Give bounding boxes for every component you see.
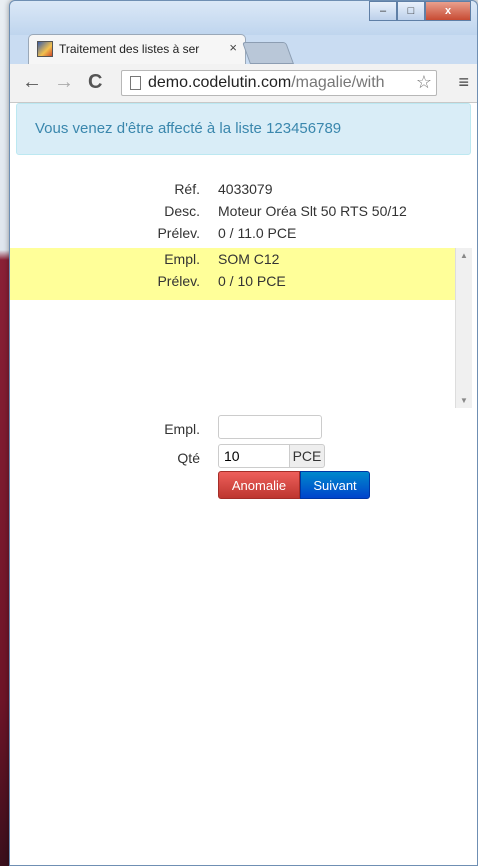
desc-label: Desc. — [164, 203, 200, 219]
bookmark-star-icon[interactable]: ☆ — [416, 72, 432, 93]
location-empl-value: SOM C12 — [218, 251, 280, 267]
url-text: demo.codelutin.com/magalie/with — [148, 74, 385, 91]
qty-input[interactable] — [218, 444, 290, 468]
close-window-button[interactable]: x — [425, 1, 471, 21]
prelev-row: Prélev. 0 / 11.0 PCE — [10, 225, 455, 243]
location-info: Empl. SOM C12 Prélev. 0 / 10 PCE — [10, 251, 455, 291]
scroll-down-icon[interactable]: ▼ — [460, 396, 468, 405]
page-content: Vous venez d'être affecté à la liste 123… — [10, 103, 477, 865]
empl-field-label: Empl. — [164, 421, 200, 437]
page-icon — [130, 76, 141, 90]
desc-row: Desc. Moteur Oréa Slt 50 RTS 50/12 — [10, 203, 455, 221]
reload-icon[interactable]: C — [88, 72, 102, 92]
title-bar[interactable]: – □ x — [10, 1, 477, 35]
address-bar[interactable]: demo.codelutin.com/magalie/with ☆ — [121, 70, 437, 96]
browser-tab[interactable]: Traitement des listes à ser × — [28, 34, 246, 64]
tab-close-icon[interactable]: × — [229, 40, 237, 55]
location-highlight[interactable]: Empl. SOM C12 Prélev. 0 / 10 PCE — [10, 248, 455, 300]
prelev-label: Prélev. — [157, 225, 200, 241]
anomaly-button[interactable]: Anomalie — [218, 471, 300, 499]
assignment-alert: Vous venez d'être affecté à la liste 123… — [16, 103, 471, 155]
ref-value: 4033079 — [218, 181, 273, 197]
maximize-button[interactable]: □ — [397, 1, 425, 21]
location-scrollbar[interactable]: ▲ ▼ — [455, 248, 472, 408]
ref-row: Réf. 4033079 — [10, 181, 455, 199]
favicon-icon — [37, 41, 53, 57]
ref-label: Réf. — [174, 181, 200, 197]
browser-toolbar: ← → C demo.codelutin.com/magalie/with ☆ … — [10, 64, 477, 103]
forward-icon[interactable]: → — [54, 72, 74, 92]
article-info: Réf. 4033079 Desc. Moteur Oréa Slt 50 RT… — [10, 181, 455, 243]
location-prelev-row: Prélev. 0 / 10 PCE — [10, 273, 455, 291]
new-tab-button[interactable] — [241, 42, 295, 64]
tab-title: Traitement des listes à ser — [59, 42, 200, 56]
back-icon[interactable]: ← — [22, 72, 42, 92]
location-empl-label: Empl. — [164, 251, 200, 267]
next-button[interactable]: Suivant — [300, 471, 370, 499]
location-row: Empl. SOM C12 — [10, 251, 455, 269]
desc-value: Moteur Oréa Slt 50 RTS 50/12 — [218, 203, 407, 219]
qty-field-label: Qté — [177, 450, 200, 466]
empl-input[interactable] — [218, 415, 322, 439]
minimize-button[interactable]: – — [369, 1, 397, 21]
location-prelev-value: 0 / 10 PCE — [218, 273, 286, 289]
scroll-up-icon[interactable]: ▲ — [460, 251, 468, 260]
menu-icon[interactable]: ≡ — [458, 72, 469, 93]
window-controls: – □ x — [369, 1, 471, 21]
alert-message: Vous venez d'être affecté à la liste 123… — [35, 120, 342, 137]
prelev-value: 0 / 11.0 PCE — [218, 225, 297, 241]
location-prelev-label: Prélev. — [157, 273, 200, 289]
qty-unit: PCE — [289, 444, 325, 468]
browser-window: – □ x Traitement des listes à ser × ← → … — [9, 0, 478, 866]
